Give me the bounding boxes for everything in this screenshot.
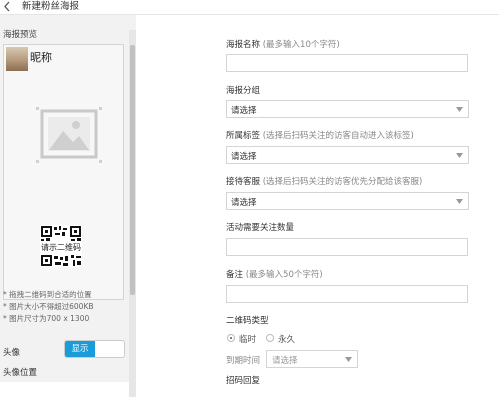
poster-preview: 昵称 请示二维码 [3, 44, 124, 300]
remark-hint: (最多输入50个字符) [245, 270, 323, 280]
service-value: 请选择 [231, 198, 257, 208]
avatar-display-toggle[interactable]: 显示 [64, 340, 125, 358]
poster-name-label: 海报名称 (最多输入10个字符) [226, 38, 340, 50]
remark-input[interactable] [226, 285, 468, 303]
poster-name-input[interactable] [226, 54, 468, 72]
tip-drag-qr: * 拖拽二维码到合适的位置 [3, 290, 92, 299]
poster-form: 海报名称 (最多输入10个字符) 海报分组 请选择 所属标签 (选择后扫码关注的… [226, 0, 476, 386]
expire-placeholder: 请选择 [272, 356, 298, 366]
service-select[interactable]: 请选择 [226, 192, 469, 210]
chevron-down-icon [456, 153, 463, 158]
tag-value: 请选择 [231, 152, 257, 162]
service-hint: (选择后扫码关注的访客优先分配给该客服) [262, 177, 423, 187]
back-arrow-icon[interactable] [3, 1, 11, 12]
avatar-label: 头像 [3, 348, 21, 358]
image-placeholder-icon [36, 107, 102, 163]
poster-name-label-text: 海报名称 [226, 40, 261, 50]
scan-reply-label: 招码回复 [226, 376, 261, 386]
chevron-down-icon [456, 107, 463, 112]
nickname-text[interactable]: 昵称 [30, 49, 52, 65]
poster-name-hint: (最多输入10个字符) [262, 40, 340, 50]
service-label: 接待客服 (选择后扫码关注的访客优先分配给该客服) [226, 175, 422, 187]
tag-select[interactable]: 请选择 [226, 146, 469, 164]
remark-label-text: 备注 [226, 270, 244, 280]
follow-count-input[interactable] [226, 238, 468, 256]
expire-label: 到期时间 [226, 356, 261, 366]
left-panel-scrollbar[interactable] [129, 30, 136, 397]
poster-group-select[interactable]: 请选择 [226, 100, 469, 118]
tag-hint: (选择后扫码关注的访客自动进入该标签) [262, 131, 414, 141]
expire-select[interactable]: 请选择 [266, 350, 358, 368]
tag-label-text: 所属标签 [226, 131, 261, 141]
poster-group-label: 海报分组 [226, 86, 261, 96]
radio-temporary-label[interactable]: 临时 [239, 333, 256, 345]
chevron-down-icon [456, 199, 463, 204]
radio-temporary[interactable] [227, 334, 235, 342]
page-title: 新建粉丝海报 [22, 1, 80, 12]
avatar-position-label: 头像位置 [3, 368, 38, 378]
tip-size-limit: * 图片大小不得超过600KB [3, 302, 94, 311]
avatar[interactable] [6, 47, 28, 71]
upload-tips: * 拖拽二维码到合适的位置 * 图片大小不得超过600KB * 图片尺寸为700… [3, 289, 94, 325]
poster-group-value: 请选择 [231, 106, 257, 116]
follow-count-label: 活动需要关注数量 [226, 223, 295, 233]
radio-permanent-label[interactable]: 永久 [278, 333, 295, 345]
left-preview-panel: 海报预览 昵称 请示二维码 * 拖拽二维码到合适的位置 * 图片大小不得超过60… [0, 15, 136, 397]
tip-dimensions: * 图片尺寸为700 x 1300 [3, 314, 90, 323]
remark-label: 备注 (最多输入50个字符) [226, 268, 323, 280]
qr-type-label: 二维码类型 [226, 316, 269, 326]
service-label-text: 接待客服 [226, 177, 261, 187]
scrollbar-thumb[interactable] [130, 45, 135, 295]
tag-label: 所属标签 (选择后扫码关注的访客自动进入该标签) [226, 129, 414, 141]
preview-label: 海报预览 [3, 30, 38, 40]
qr-code-label: 请示二维码 [40, 243, 82, 253]
radio-permanent[interactable] [266, 334, 274, 342]
chevron-down-icon [345, 357, 352, 362]
toggle-show-option[interactable]: 显示 [65, 341, 95, 357]
